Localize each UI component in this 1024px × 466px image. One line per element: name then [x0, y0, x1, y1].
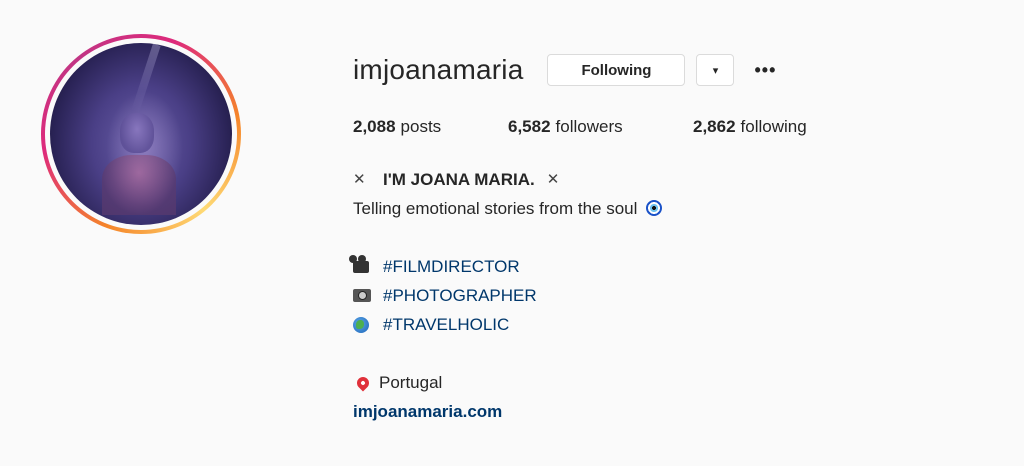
cross-mark-icon: ✕ — [353, 171, 366, 188]
chevron-down-icon: ▾ — [712, 64, 719, 77]
avatar-figure-head — [120, 113, 154, 153]
avatar-light-streak — [131, 43, 161, 113]
username: imjoanamaria — [353, 54, 524, 85]
hashtag-line: #TRAVELHOLIC — [353, 310, 662, 339]
profile-page: imjoanamaria Following ▾ ••• 2,088 posts… — [0, 0, 1024, 466]
nazar-amulet-icon — [646, 200, 663, 216]
tagline: Telling emotional stories from the soul — [353, 199, 638, 218]
hashtag-link[interactable]: #TRAVELHOLIC — [383, 310, 509, 339]
bio-spacer — [353, 223, 662, 252]
following-stat[interactable]: 2,862 following — [693, 117, 807, 137]
globe-icon — [353, 316, 369, 333]
profile-stats: 2,088 posts 6,582 followers 2,862 follow… — [353, 117, 807, 137]
website-row: imjoanamaria.com — [353, 397, 662, 426]
display-name-row: ✕ I'M JOANA MARIA. ✕ — [353, 165, 662, 194]
avatar-story-ring[interactable] — [41, 34, 241, 234]
location-row: Portugal — [353, 368, 662, 397]
following-button[interactable]: Following — [547, 54, 686, 86]
followers-label: followers — [555, 117, 623, 136]
hashtag-link[interactable]: #FILMDIRECTOR — [383, 252, 520, 281]
avatar[interactable] — [50, 43, 232, 225]
hashtag-line: #FILMDIRECTOR — [349, 252, 662, 281]
cross-mark-icon: ✕ — [546, 171, 560, 188]
posts-count: 2,088 — [353, 117, 396, 136]
hashtag-line: #PHOTOGRAPHER — [353, 281, 662, 310]
website-link[interactable]: imjoanamaria.com — [353, 402, 502, 421]
profile-header: imjoanamaria Following ▾ ••• — [353, 50, 776, 90]
posts-stat: 2,088 posts — [353, 117, 508, 137]
location-text: Portugal — [379, 373, 443, 392]
avatar-gap — [45, 38, 237, 230]
camera-icon — [353, 289, 371, 302]
hashtag-link[interactable]: #PHOTOGRAPHER — [383, 281, 537, 310]
avatar-figure-body — [102, 155, 176, 215]
posts-label: posts — [400, 117, 442, 136]
display-name: I'M JOANA MARIA. — [383, 170, 535, 189]
followers-count: 6,582 — [508, 117, 551, 136]
more-options-icon[interactable]: ••• — [754, 61, 776, 79]
bio: ✕ I'M JOANA MARIA. ✕ Telling emotional s… — [349, 165, 663, 426]
followers-stat[interactable]: 6,582 followers — [508, 117, 693, 137]
following-label: following — [740, 117, 807, 136]
movie-camera-icon — [349, 254, 369, 273]
map-pin-icon — [354, 374, 372, 391]
following-count: 2,862 — [693, 117, 736, 136]
tagline-row: Telling emotional stories from the soul — [353, 194, 663, 223]
suggested-dropdown-button[interactable]: ▾ — [696, 54, 735, 86]
